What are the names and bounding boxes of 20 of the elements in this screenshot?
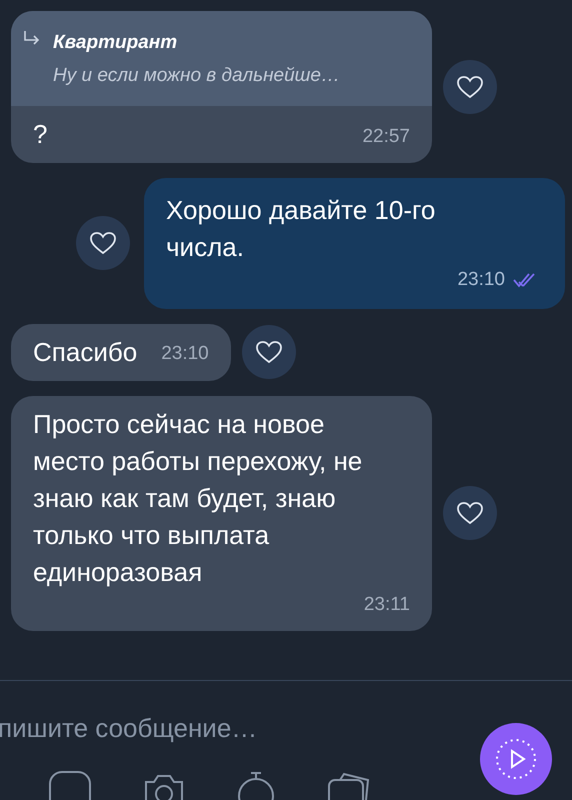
- timer-icon[interactable]: [236, 770, 276, 800]
- message-text: Просто сейчас на новое место работы перехожу, не знаю как там будет, знаю только что выплата единоразовая: [33, 408, 364, 588]
- message-time: 22:57: [362, 124, 410, 148]
- reply-text: Ну и если можно в дальнейше…: [53, 64, 340, 88]
- reply-author: Квартирант: [53, 31, 178, 55]
- reply-arrow-icon: [23, 30, 41, 46]
- message-time: 23:11: [364, 592, 410, 616]
- message-text: ?: [33, 118, 48, 151]
- heart-icon: [254, 340, 283, 364]
- message-input[interactable]: пишите сообщение…: [0, 709, 458, 748]
- gallery-icon[interactable]: [326, 770, 372, 800]
- message-text: Спасибо: [33, 336, 138, 368]
- heart-icon: [456, 75, 484, 99]
- play-icon: [494, 737, 538, 781]
- heart-icon: [89, 231, 117, 256]
- message-time: 23:10: [457, 268, 505, 292]
- reply-quote[interactable]: Квартирант Ну и если можно в дальнейше…: [11, 11, 432, 106]
- message-time: 23:10: [161, 342, 209, 366]
- message-text: Хорошо давайте 10-го числа.: [166, 194, 436, 264]
- heart-icon: [456, 501, 484, 526]
